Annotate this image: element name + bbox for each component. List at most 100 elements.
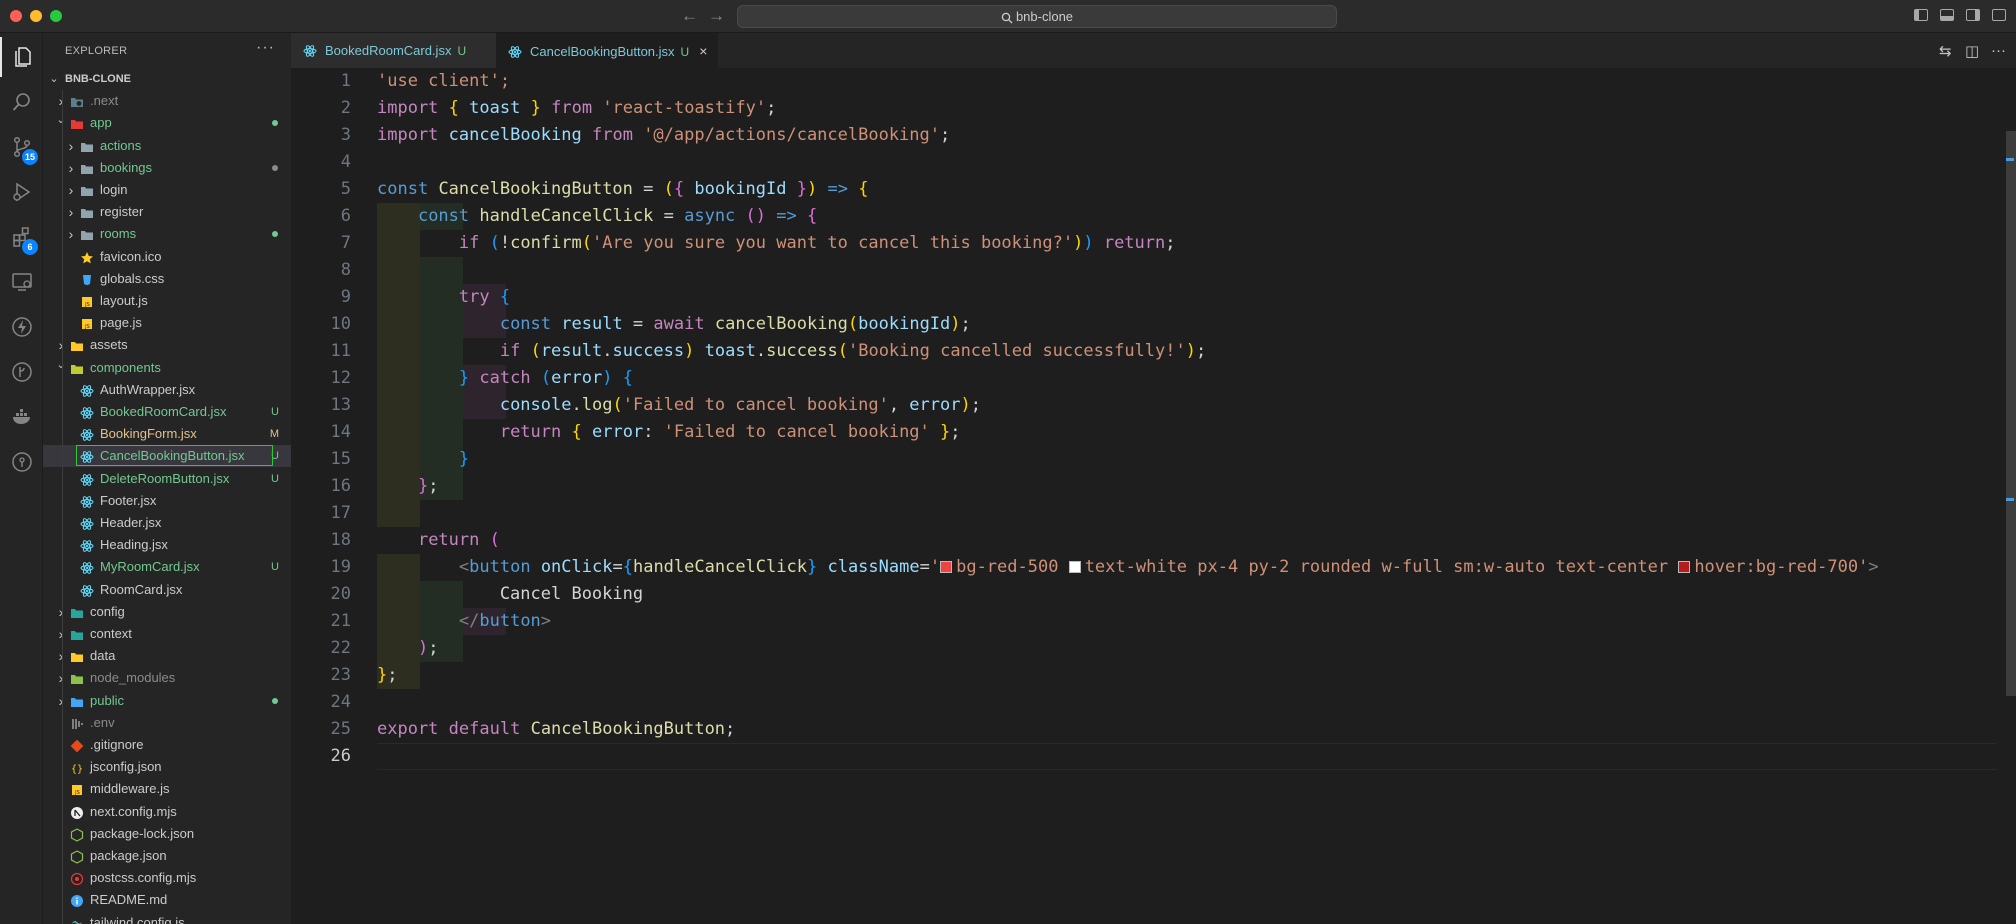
tree-folder-item[interactable]: › node_modules bbox=[43, 667, 291, 689]
line-number: 18 bbox=[330, 530, 351, 550]
indent-guide bbox=[62, 90, 63, 924]
tree-file-item[interactable]: Header.jsx bbox=[43, 512, 291, 534]
tree-file-item[interactable]: package.json bbox=[43, 845, 291, 867]
toggle-secondary-sidebar-icon[interactable] bbox=[1966, 9, 1980, 21]
tree-file-item[interactable]: JS middleware.js bbox=[43, 778, 291, 800]
source-control-activity[interactable]: 15 bbox=[0, 127, 43, 167]
current-line-highlight bbox=[377, 743, 1997, 770]
code-line: }; bbox=[417, 476, 439, 496]
tree-item-label: globals.css bbox=[100, 271, 165, 286]
tree-file-item[interactable]: favicon.ico bbox=[43, 246, 291, 268]
close-icon[interactable]: × bbox=[699, 43, 707, 59]
line-number: 5 bbox=[340, 179, 351, 199]
docker-activity[interactable] bbox=[0, 397, 43, 437]
tree-file-item[interactable]: next.config.mjs bbox=[43, 801, 291, 823]
tree-root-folder[interactable]: ⌄ BNB-CLONE bbox=[43, 68, 291, 90]
line-number: 7 bbox=[340, 233, 351, 253]
tab-bar: BookedRoomCard.jsx U CancelBookingButton.… bbox=[291, 33, 2016, 68]
tree-file-item[interactable]: {} jsconfig.json bbox=[43, 756, 291, 778]
tree-file-item[interactable]: package-lock.json bbox=[43, 823, 291, 845]
tree-folder-item[interactable]: › bookings bbox=[43, 157, 291, 179]
tree-folder-item[interactable]: › actions bbox=[43, 135, 291, 157]
minimize-window-button[interactable] bbox=[30, 10, 42, 22]
thunder-client-activity[interactable] bbox=[0, 307, 43, 347]
toggle-primary-sidebar-icon[interactable] bbox=[1914, 9, 1928, 21]
tree-folder-item[interactable]: › assets bbox=[43, 334, 291, 356]
tree-file-item[interactable]: RoomCard.jsx bbox=[43, 579, 291, 601]
folder-icon bbox=[80, 227, 94, 241]
editor-scrollbar[interactable] bbox=[2002, 68, 2016, 924]
tree-file-item[interactable]: postcss.config.mjs bbox=[43, 867, 291, 889]
git-graph-icon bbox=[11, 362, 32, 382]
run-debug-activity[interactable] bbox=[0, 172, 43, 212]
env-file-icon bbox=[70, 716, 84, 730]
code-line: import cancelBooking from '@/app/actions… bbox=[377, 125, 951, 145]
search-activity[interactable] bbox=[0, 82, 43, 122]
tree-file-item[interactable]: tailwind.config.js bbox=[43, 912, 291, 924]
tree-folder-item[interactable]: › config bbox=[43, 601, 291, 623]
remote-explorer-activity[interactable] bbox=[0, 262, 43, 302]
tree-folder-item[interactable]: › data bbox=[43, 645, 291, 667]
tree-folder-item[interactable]: ⌄ components bbox=[43, 357, 291, 379]
tree-file-item[interactable]: BookedRoomCard.jsx U bbox=[43, 401, 291, 423]
back-arrow-icon[interactable]: ← bbox=[681, 6, 698, 26]
forward-arrow-icon[interactable]: → bbox=[708, 6, 725, 26]
tab-bookedroomcard[interactable]: BookedRoomCard.jsx U bbox=[291, 33, 496, 68]
tree-item-label: .next bbox=[90, 93, 119, 108]
npm-icon bbox=[70, 849, 84, 864]
tree-item-label: package.json bbox=[90, 848, 167, 863]
toggle-panel-icon[interactable] bbox=[1940, 9, 1954, 21]
tree-file-item[interactable]: .env bbox=[43, 712, 291, 734]
tree-folder-item[interactable]: › login bbox=[43, 179, 291, 201]
open-changes-icon[interactable]: ⇆ bbox=[1939, 42, 1952, 60]
command-center-search[interactable]: bnb-clone bbox=[737, 5, 1337, 28]
tree-file-item[interactable]: README.md bbox=[43, 889, 291, 911]
git-graph-activity[interactable] bbox=[0, 352, 43, 392]
close-window-button[interactable] bbox=[10, 10, 22, 22]
folder-icon bbox=[70, 338, 84, 352]
more-actions-icon[interactable]: ··· bbox=[1991, 42, 2006, 59]
code-line: console.log('Failed to cancel booking', … bbox=[499, 395, 981, 415]
tree-item-label: login bbox=[100, 182, 128, 197]
chevron-right-icon: › bbox=[68, 182, 74, 198]
code-editor[interactable]: 1 'use client'; 2 import { toast } from 're… bbox=[291, 68, 2016, 924]
zoom-window-button[interactable] bbox=[50, 10, 62, 22]
chevron-right-icon: › bbox=[58, 337, 64, 353]
tree-file-item[interactable]: Footer.jsx bbox=[43, 490, 291, 512]
explorer-activity[interactable] bbox=[0, 37, 43, 77]
tree-file-item[interactable]: globals.css bbox=[43, 268, 291, 290]
tree-folder-item[interactable]: › context bbox=[43, 623, 291, 645]
scrollbar-thumb[interactable] bbox=[2006, 131, 2016, 696]
tree-file-item[interactable]: BookingForm.jsx M bbox=[43, 423, 291, 445]
tree-folder-item[interactable]: › rooms bbox=[43, 223, 291, 245]
tree-file-item[interactable]: MyRoomCard.jsx U bbox=[43, 556, 291, 578]
tree-file-item[interactable]: AuthWrapper.jsx bbox=[43, 379, 291, 401]
split-editor-icon[interactable]: ◫ bbox=[1965, 42, 1979, 60]
postcss-icon bbox=[70, 871, 84, 886]
remote-explorer-icon bbox=[11, 273, 32, 291]
tree-file-item[interactable]: JS layout.js bbox=[43, 290, 291, 312]
tree-file-item[interactable]: .gitignore bbox=[43, 734, 291, 756]
tree-file-item[interactable]: JS page.js bbox=[43, 312, 291, 334]
tree-file-item[interactable]: CancelBookingButton.jsx U bbox=[43, 445, 291, 467]
source-control-badge: 15 bbox=[22, 149, 38, 165]
more-actions-icon[interactable]: ··· bbox=[256, 39, 275, 57]
tree-item-label: Heading.jsx bbox=[100, 537, 168, 552]
tree-folder-item[interactable]: ⌄ app bbox=[43, 112, 291, 134]
run-debug-icon bbox=[12, 182, 30, 202]
js-file-icon: JS bbox=[70, 782, 84, 796]
tree-folder-item[interactable]: › register bbox=[43, 201, 291, 223]
gitlens-activity[interactable] bbox=[0, 442, 43, 482]
customize-layout-icon[interactable] bbox=[1992, 9, 2006, 21]
tree-file-item[interactable]: DeleteRoomButton.jsx U bbox=[43, 468, 291, 490]
extensions-activity[interactable]: 6 bbox=[0, 217, 43, 257]
svg-text:JS: JS bbox=[74, 790, 80, 796]
tree-file-item[interactable]: Heading.jsx bbox=[43, 534, 291, 556]
line-number: 2 bbox=[340, 98, 351, 118]
chevron-down-icon: ⌄ bbox=[56, 114, 66, 126]
tree-folder-item[interactable]: › .next bbox=[43, 90, 291, 112]
tab-cancelbookingbutton[interactable]: CancelBookingButton.jsx U × bbox=[496, 33, 718, 68]
tree-folder-item[interactable]: › public bbox=[43, 690, 291, 712]
folder-icon bbox=[70, 649, 84, 663]
folder-icon bbox=[80, 161, 94, 175]
